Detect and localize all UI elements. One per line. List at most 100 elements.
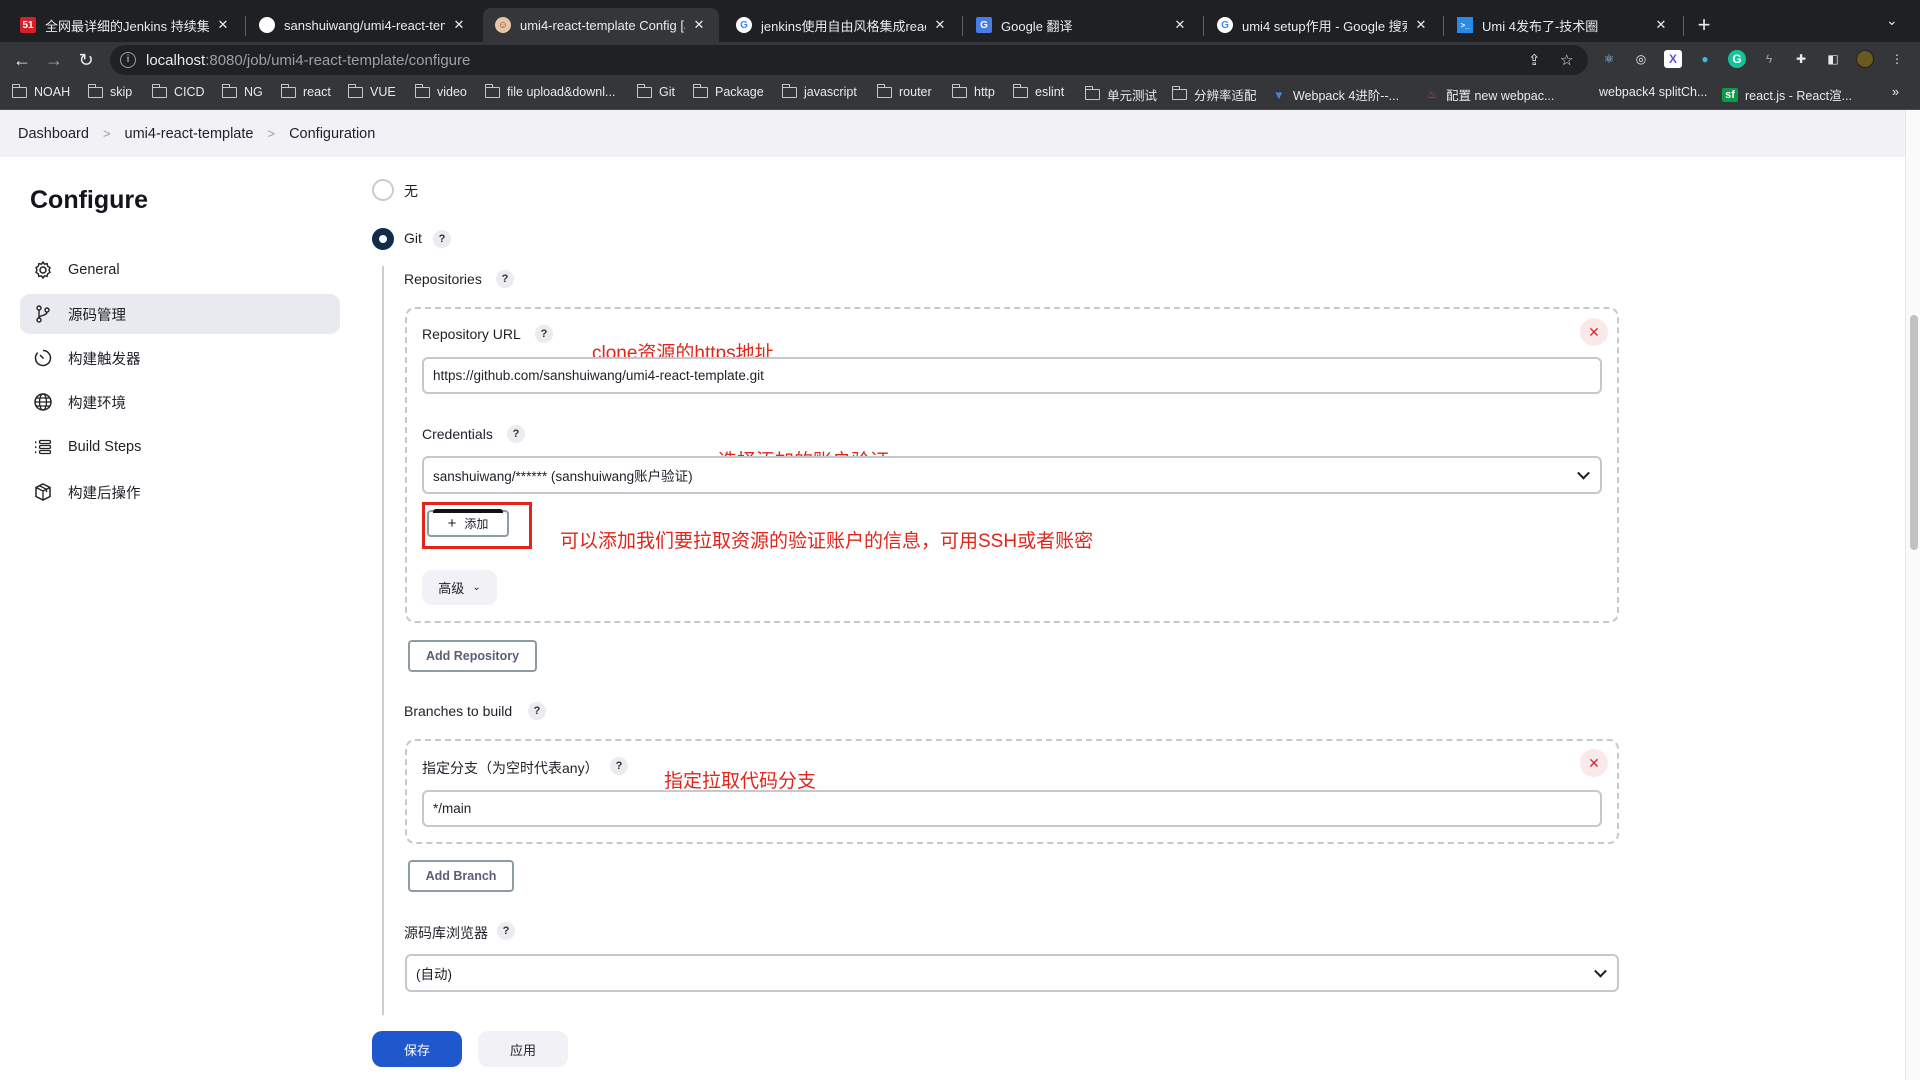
forward-arrow-icon[interactable]: → — [42, 48, 66, 72]
chevron-down-icon: ⌄ — [472, 582, 481, 593]
back-arrow-icon[interactable]: ← — [10, 48, 34, 72]
credentials-help-icon[interactable]: ? — [507, 425, 525, 443]
bookmark-item[interactable]: skip — [87, 83, 132, 99]
branch-specifier-label: 指定分支（为空时代表any） — [422, 760, 599, 776]
bookmark-star-icon[interactable]: ☆ — [1560, 51, 1573, 69]
browser-tab[interactable]: G umi4 setup作用 - Google 搜索 ✕ — [1205, 8, 1441, 42]
apply-button[interactable]: 应用 — [478, 1031, 568, 1067]
package-icon — [32, 481, 54, 503]
add-credentials-button[interactable]: + 添加 — [427, 509, 509, 537]
profile-avatar[interactable] — [1856, 50, 1874, 68]
repository-browser-select[interactable]: (自动) — [405, 954, 1619, 992]
scm-radio-none[interactable] — [372, 179, 394, 201]
chevron-down-icon — [1594, 964, 1607, 978]
breadcrumb-configuration[interactable]: Configuration — [289, 126, 375, 142]
bookmark-item[interactable]: eslint — [1012, 83, 1064, 99]
close-icon[interactable]: ✕ — [1413, 17, 1429, 33]
bookmark-item[interactable]: react — [280, 83, 331, 99]
repository-url-help-icon[interactable]: ? — [535, 325, 553, 343]
bookmark-item[interactable]: Package — [692, 83, 764, 99]
new-tab-button[interactable]: + — [1692, 12, 1716, 38]
site-info-icon[interactable]: i — [120, 52, 136, 68]
bookmark-item[interactable]: http — [951, 83, 995, 99]
folder-icon — [1084, 86, 1100, 100]
scm-radio-git[interactable] — [372, 228, 394, 250]
sidebar-item-build-steps[interactable]: Build Steps — [20, 427, 340, 467]
credentials-select[interactable]: sanshuiwang/****** (sanshuiwang账户验证) — [422, 456, 1602, 494]
sidebar-item-scm[interactable]: 源码管理 — [20, 294, 340, 334]
breadcrumb-dashboard[interactable]: Dashboard — [18, 126, 89, 142]
bookmark-item[interactable]: file upload&downl... — [484, 83, 615, 99]
sidebar-item-build-environment[interactable]: 构建环境 — [20, 382, 340, 422]
save-button[interactable]: 保存 — [372, 1031, 462, 1067]
branch-specifier-input[interactable]: */main — [422, 790, 1602, 827]
git-help-icon[interactable]: ? — [433, 230, 451, 248]
side-panel-icon[interactable]: ◧ — [1824, 50, 1842, 68]
sidebar-item-build-triggers[interactable]: 构建触发器 — [20, 338, 340, 378]
share-icon[interactable]: ⇪ — [1528, 51, 1541, 69]
more-bookmarks-button[interactable]: » — [1892, 85, 1899, 99]
bookmark-item[interactable]: router — [876, 83, 932, 99]
advanced-label: 高级 — [438, 581, 465, 596]
repository-browser-help-icon[interactable]: ? — [497, 922, 515, 940]
page-scrollbar[interactable] — [1905, 110, 1920, 1080]
terminal-icon: >_ — [1457, 17, 1473, 33]
grammarly-icon[interactable]: G — [1728, 50, 1746, 68]
bookmark-item[interactable]: ⩔ Webpack 4进阶--... — [1272, 85, 1399, 104]
extensions-puzzle-icon[interactable]: ✚ — [1792, 50, 1810, 68]
close-icon[interactable]: ✕ — [215, 17, 231, 33]
x-extension-icon[interactable]: X — [1664, 50, 1682, 68]
add-repository-button[interactable]: Add Repository — [408, 640, 537, 672]
browser-tab[interactable]: 51 全网最详细的Jenkins 持续集成( ✕ — [8, 8, 243, 42]
close-icon[interactable]: ✕ — [451, 17, 467, 33]
repository-url-input[interactable]: https://github.com/sanshuiwang/umi4-reac… — [422, 357, 1602, 394]
browser-tab-active[interactable]: ☺ umi4-react-template Config [J ✕ — [483, 8, 719, 42]
folder-icon — [87, 83, 103, 98]
scrollbar-thumb[interactable] — [1910, 315, 1918, 550]
bookmark-item[interactable]: Git — [636, 83, 675, 99]
close-icon[interactable]: ✕ — [691, 17, 707, 33]
browser-tab[interactable]: G jenkins使用自由风格集成react项 ✕ — [724, 8, 960, 42]
bookmark-item[interactable]: VUE — [347, 83, 396, 99]
react-devtools-icon[interactable]: ⚛ — [1600, 50, 1618, 68]
bookmark-item[interactable]: ♨ 配置 new webpac... — [1425, 85, 1554, 104]
bookmark-item[interactable]: 单元测试 — [1084, 85, 1157, 104]
browser-tab[interactable]: >_ Umi 4发布了-技术圈 ✕ — [1445, 8, 1681, 42]
bookmark-item[interactable]: NG — [221, 83, 263, 99]
delete-branch-close-icon[interactable]: ✕ — [1580, 749, 1608, 777]
advanced-button[interactable]: 高级 ⌄ — [422, 570, 497, 605]
bookmark-item[interactable]: webpack4 splitCh... — [1578, 85, 1707, 99]
bookmark-item[interactable]: NOAH — [11, 83, 71, 99]
close-icon[interactable]: ✕ — [932, 17, 948, 33]
sidebar-item-general[interactable]: General — [20, 250, 340, 290]
close-icon[interactable]: ✕ — [1653, 17, 1669, 33]
delete-repository-close-icon[interactable]: ✕ — [1580, 318, 1608, 346]
bookmark-item[interactable]: javascript — [781, 83, 857, 99]
plus-icon: + — [447, 515, 457, 532]
branches-help-icon[interactable]: ? — [528, 702, 546, 720]
branch-specifier-help-icon[interactable]: ? — [610, 757, 628, 775]
more-menu-icon[interactable]: ⋮ — [1888, 50, 1906, 68]
bookmark-item[interactable]: sf react.js - React渲... — [1722, 85, 1852, 104]
close-icon[interactable]: ✕ — [1172, 17, 1188, 33]
target-extension-icon[interactable]: ◎ — [1632, 50, 1650, 68]
browser-tab[interactable]: G Google 翻译 ✕ — [964, 8, 1200, 42]
bookmark-item[interactable]: CICD — [151, 83, 205, 99]
bookmark-item[interactable]: video — [414, 83, 467, 99]
bookmark-label: Git — [659, 85, 675, 99]
branch-specifier-value: */main — [433, 801, 472, 816]
bookmark-item[interactable]: 分辨率适配 — [1171, 85, 1257, 104]
tab-search-chevron-icon[interactable]: ⌄ — [1886, 12, 1898, 29]
repositories-help-icon[interactable]: ? — [496, 270, 514, 288]
lightning-extension-icon[interactable]: ϟ — [1760, 50, 1778, 68]
breadcrumb-job[interactable]: umi4-react-template — [125, 126, 254, 142]
browser-tab[interactable]: sanshuiwang/umi4-react-temp ✕ — [247, 8, 479, 42]
reload-icon[interactable]: ↻ — [74, 48, 98, 72]
add-branch-button[interactable]: Add Branch — [408, 860, 514, 892]
head-extension-icon[interactable]: ● — [1696, 50, 1714, 68]
bookmark-label: NOAH — [34, 85, 71, 99]
bookmark-label: Package — [715, 85, 764, 99]
sidebar-item-post-build[interactable]: 构建后操作 — [20, 472, 340, 512]
address-bar[interactable]: i localhost:8080/job/umi4-react-template… — [110, 45, 1588, 75]
url-text[interactable]: localhost:8080/job/umi4-react-template/c… — [146, 52, 470, 69]
